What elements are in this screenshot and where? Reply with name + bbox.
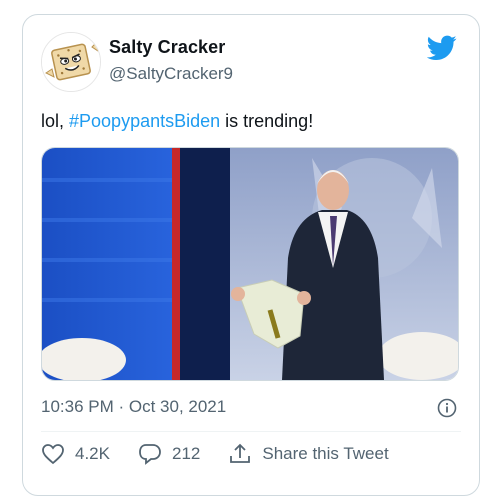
tweet-media-image[interactable] (41, 147, 459, 381)
tweet-card[interactable]: Salty Cracker @SaltyCracker9 lol, #Poopy… (22, 14, 480, 496)
divider (41, 431, 461, 432)
share-button[interactable]: Share this Tweet (228, 443, 389, 465)
share-icon (230, 443, 251, 463)
like-button[interactable]: 4.2K (41, 443, 110, 465)
info-icon[interactable] (437, 398, 457, 418)
user-handle[interactable]: @SaltyCracker9 (109, 64, 233, 84)
hashtag-link[interactable]: #PoopypantsBiden (69, 111, 220, 131)
twitter-bird-icon[interactable] (426, 35, 457, 61)
tweet-timestamp[interactable]: 10:36 PM · Oct 30, 2021 (41, 397, 226, 417)
reply-button[interactable]: 212 (138, 443, 200, 465)
cracker-mascot-image (42, 33, 100, 91)
reply-icon (139, 444, 161, 465)
tweet-text: lol, #PoopypantsBiden is trending! (41, 109, 313, 133)
display-name[interactable]: Salty Cracker (109, 37, 225, 58)
like-count: 4.2K (75, 444, 110, 463)
tweet-text-prefix: lol, (41, 111, 70, 131)
share-label: Share this Tweet (262, 444, 389, 463)
heart-icon (42, 444, 64, 465)
tweet-actions: 4.2K 212 Share this Tweet (41, 443, 417, 465)
media-photo (42, 148, 458, 380)
tweet-text-suffix: is trending! (220, 111, 314, 131)
avatar[interactable] (41, 32, 101, 92)
reply-count: 212 (171, 444, 201, 463)
